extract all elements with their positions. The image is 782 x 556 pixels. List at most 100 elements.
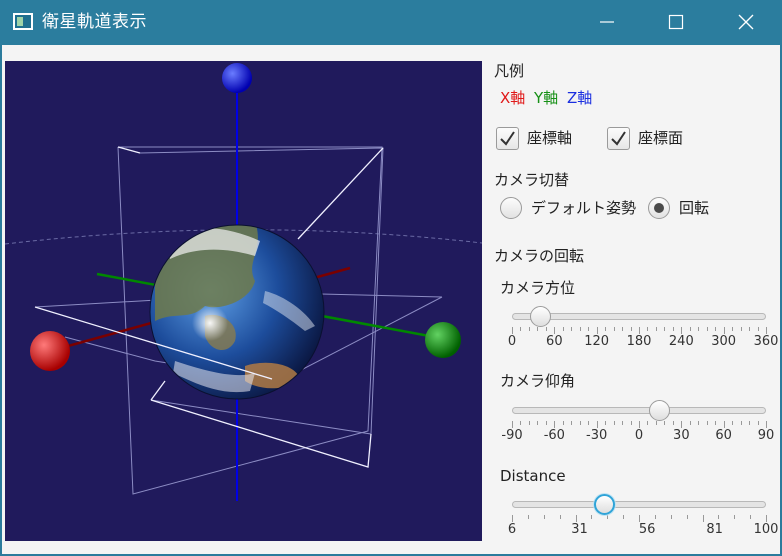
slider-tick (740, 327, 742, 331)
slider-tick-label: 120 (584, 334, 610, 349)
x-axis-marker (30, 331, 70, 371)
slider-tick (605, 327, 607, 331)
slider-tick-label: 6 (507, 522, 517, 537)
distance-slider[interactable]: 6 31 56 81 100 (508, 491, 778, 537)
slider-tick-label: 180 (626, 334, 652, 349)
slider-tick (702, 515, 704, 522)
slider-tick (512, 515, 513, 522)
slider-tick (732, 327, 734, 331)
slider-tick (672, 421, 674, 425)
slider-tick (766, 327, 767, 334)
slider-tick (579, 327, 581, 331)
slider-tick (613, 421, 615, 425)
slider-tick (681, 421, 683, 428)
rotate-label[interactable]: 回転 (679, 198, 709, 218)
slider-tick (664, 421, 666, 425)
slider-tick (706, 421, 708, 425)
slider-tick (750, 515, 752, 519)
slider-thumb[interactable] (530, 306, 552, 327)
slider-tick-label: 240 (668, 334, 694, 349)
checkmark-icon (611, 131, 626, 146)
slider-tick (757, 327, 759, 331)
slider-tick (689, 327, 691, 331)
slider-tick-label: 100 (753, 522, 779, 537)
rotate-radio[interactable] (648, 197, 670, 219)
slider-tick-label: 81 (706, 522, 723, 537)
slider-tick (613, 327, 615, 331)
slider-tick (579, 421, 581, 425)
slider-tick (605, 421, 607, 425)
close-icon (738, 14, 754, 30)
slider-tick (715, 421, 717, 425)
slider-tick (718, 515, 720, 519)
azimuth-label: カメラ方位 (500, 279, 576, 297)
y-axis-marker (425, 322, 461, 358)
slider-tick (715, 327, 717, 331)
control-panel: 凡例 X軸 Y軸 Z軸 座標軸 座標面 カメラ切替 デフォルト姿勢 回転 カメラ… (482, 45, 780, 554)
window-title: 衛星軌道表示 (42, 12, 147, 32)
minimize-icon (600, 21, 614, 23)
slider-tick (686, 515, 688, 519)
slider-tick-label: 56 (638, 522, 656, 537)
slider-tick (596, 421, 598, 428)
planes-checkbox[interactable] (607, 127, 630, 150)
slider-tick (528, 327, 530, 331)
slider-tick (749, 421, 751, 425)
axes-checkbox[interactable] (496, 127, 519, 150)
slider-track[interactable] (512, 501, 766, 508)
title-bar: 衛星軌道表示 (0, 0, 782, 45)
slider-tick (554, 327, 556, 334)
maximize-button[interactable] (653, 0, 699, 45)
slider-tick (732, 421, 734, 425)
slider-tick (766, 421, 767, 428)
slider-thumb[interactable] (593, 494, 615, 515)
slider-tick (520, 327, 522, 331)
slider-tick (537, 327, 539, 331)
slider-tick (623, 515, 625, 519)
close-button[interactable] (723, 0, 769, 45)
slider-tick (607, 515, 609, 519)
slider-tick (689, 421, 691, 425)
slider-tick (723, 421, 725, 428)
legend-y-axis: Y軸 (534, 89, 559, 107)
minimize-button[interactable] (584, 0, 630, 45)
slider-tick-label: 30 (673, 428, 690, 443)
default-pose-radio[interactable] (500, 197, 522, 219)
elevation-slider[interactable]: -90 -60 -30 0 30 60 90 (501, 397, 774, 443)
slider-tick (630, 421, 632, 425)
azimuth-slider[interactable]: 0 60 120 180 240 300 360 (508, 303, 778, 349)
slider-tick (575, 515, 577, 522)
window-client: 凡例 X軸 Y軸 Z軸 座標軸 座標面 カメラ切替 デフォルト姿勢 回転 カメラ… (2, 45, 780, 554)
maximize-icon (668, 14, 684, 30)
default-pose-label[interactable]: デフォルト姿勢 (531, 198, 636, 218)
slider-tick-label: -90 (501, 428, 523, 443)
slider-tick (512, 327, 513, 334)
scene-viewport[interactable] (5, 61, 482, 541)
slider-tick (734, 515, 736, 519)
slider-tick (757, 421, 759, 425)
slider-tick (706, 327, 708, 331)
slider-tick (571, 421, 573, 425)
axes-checkbox-label[interactable]: 座標軸 (527, 128, 572, 148)
slider-tick (562, 421, 564, 425)
slider-tick (639, 421, 640, 428)
slider-tick (655, 421, 657, 425)
slider-tick (664, 327, 666, 331)
slider-tick-label: 90 (757, 428, 775, 443)
slider-tick (588, 327, 590, 331)
legend-heading: 凡例 (494, 62, 525, 80)
slider-tick (545, 421, 547, 425)
slider-tick (672, 327, 674, 331)
slider-tick-label: 0 (507, 334, 517, 349)
slider-tick (554, 421, 556, 428)
slider-tick (630, 327, 632, 331)
planes-checkbox-label[interactable]: 座標面 (638, 128, 683, 148)
slider-tick (527, 515, 529, 519)
slider-tick (698, 421, 700, 425)
slider-tick (528, 421, 530, 425)
slider-tick (559, 515, 561, 519)
slider-thumb[interactable] (648, 400, 670, 421)
slider-track[interactable] (512, 407, 766, 414)
slider-tick-label: -30 (586, 428, 608, 443)
slider-tick (670, 515, 672, 519)
